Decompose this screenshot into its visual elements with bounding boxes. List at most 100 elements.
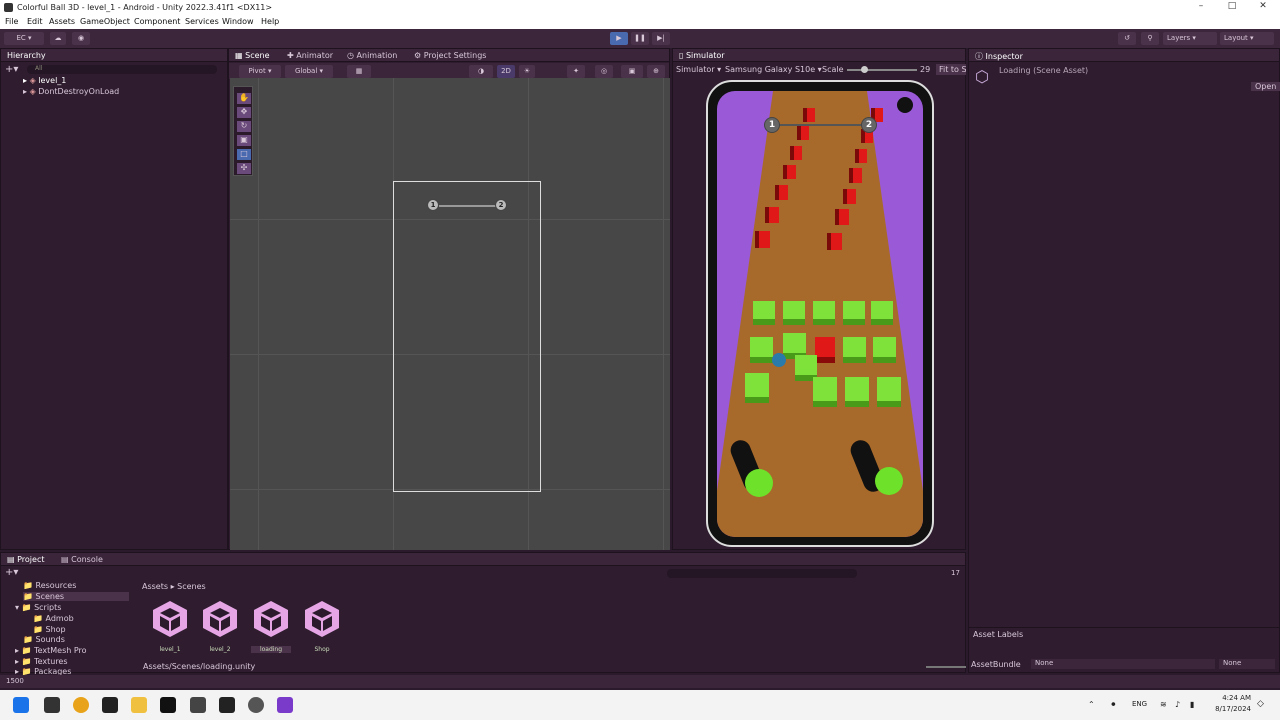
- menu-assets[interactable]: Assets: [49, 17, 75, 26]
- play-button[interactable]: ▶: [610, 32, 628, 45]
- clock-date[interactable]: 8/17/2024: [1208, 705, 1251, 713]
- scale-slider[interactable]: [847, 66, 917, 73]
- tab-inspector[interactable]: ⓘ Inspector: [975, 51, 1023, 62]
- chrome-icon[interactable]: [73, 697, 89, 713]
- tab-project-settings[interactable]: ⚙ Project Settings: [414, 51, 486, 60]
- scene-node-2[interactable]: 2: [495, 199, 507, 211]
- tree-textures[interactable]: ▸ 📁 Textures: [15, 657, 68, 666]
- asset-level2[interactable]: level_2: [200, 600, 240, 653]
- breadcrumb-scenes[interactable]: Scenes: [177, 582, 206, 591]
- asset-loading[interactable]: loading: [251, 600, 291, 653]
- tree-scripts[interactable]: ▾ 📁 Scripts: [15, 603, 61, 612]
- menu-edit[interactable]: Edit: [27, 17, 43, 26]
- hierarchy-item-dontdestroy[interactable]: ▸ ◈ DontDestroyOnLoad: [23, 87, 119, 96]
- unity-editor-icon[interactable]: [219, 697, 235, 713]
- game-screen[interactable]: 1 2: [717, 91, 923, 537]
- tree-textmeshpro[interactable]: ▸ 📁 TextMesh Pro: [15, 646, 87, 655]
- collab-icon[interactable]: ◉: [72, 32, 90, 45]
- asset-level1[interactable]: level_1: [150, 600, 190, 653]
- notion-icon[interactable]: [102, 697, 118, 713]
- language-indicator[interactable]: ENG: [1132, 700, 1147, 708]
- tree-scenes[interactable]: 📁 Scenes: [23, 592, 129, 601]
- hierarchy-item-level1[interactable]: ▸ ◈ level_1: [23, 76, 66, 85]
- asset-variant-dropdown[interactable]: None: [1219, 659, 1275, 669]
- battery-icon[interactable]: ▮: [1190, 700, 1194, 709]
- add-asset-icon[interactable]: +▾: [5, 567, 18, 578]
- wifi-icon[interactable]: ≋: [1160, 700, 1167, 709]
- breadcrumb-assets[interactable]: Assets: [142, 582, 168, 591]
- tab-label: Scene: [245, 51, 270, 60]
- menu-gameobject[interactable]: GameObject: [80, 17, 130, 26]
- visual-studio-icon[interactable]: [277, 697, 293, 713]
- layers-dropdown[interactable]: Layers ▾: [1163, 32, 1217, 45]
- simulator-mode-dropdown[interactable]: Simulator ▾: [676, 65, 721, 74]
- scene-node-1[interactable]: 1: [427, 199, 439, 211]
- cloud-icon[interactable]: ☁: [50, 32, 66, 45]
- global-dropdown[interactable]: Global ▾: [285, 65, 333, 78]
- menu-file[interactable]: File: [5, 17, 18, 26]
- tab-project[interactable]: ▤ Project: [7, 555, 44, 564]
- menu-services[interactable]: Services: [185, 17, 219, 26]
- clock-time[interactable]: 4:24 AM: [1213, 694, 1251, 702]
- terminal-icon[interactable]: [160, 697, 176, 713]
- rotate-tool-icon[interactable]: ↻: [237, 121, 251, 132]
- tab-simulator[interactable]: ▯ Simulator: [679, 51, 725, 60]
- asset-shop[interactable]: Shop: [302, 600, 342, 653]
- tab-animation[interactable]: ◷ Animation: [347, 51, 397, 60]
- tab-console[interactable]: ▤ Console: [61, 555, 103, 564]
- gizmos-icon[interactable]: ⊕: [647, 65, 665, 78]
- menu-component[interactable]: Component: [134, 17, 180, 26]
- rect-tool-icon[interactable]: □: [237, 149, 251, 160]
- step-button[interactable]: ▶|: [652, 32, 670, 45]
- tab-animator[interactable]: ✚ Animator: [287, 51, 333, 60]
- tray-chevron-icon[interactable]: ⌃: [1088, 700, 1095, 709]
- camera-icon[interactable]: ▣: [621, 65, 643, 78]
- project-search-input[interactable]: [667, 569, 857, 578]
- file-explorer-icon[interactable]: [131, 697, 147, 713]
- effects-icon[interactable]: ✦: [567, 65, 585, 78]
- git-icon[interactable]: [248, 697, 264, 713]
- tree-admob[interactable]: 📁 Admob: [33, 614, 74, 623]
- shading-mode-icon[interactable]: ◑: [469, 65, 493, 78]
- account-button[interactable]: EC ▾: [4, 32, 44, 45]
- task-view-icon[interactable]: [44, 697, 60, 713]
- tree-resources[interactable]: 📁 Resources: [23, 581, 76, 590]
- menu-window[interactable]: Window: [222, 17, 254, 26]
- scale-tool-icon[interactable]: ▣: [237, 135, 251, 146]
- transform-tool-icon[interactable]: ✣: [237, 163, 251, 174]
- asset-bundle-dropdown[interactable]: None: [1031, 659, 1215, 669]
- hand-tool-icon[interactable]: ✋: [237, 93, 251, 104]
- scale-slider-handle[interactable]: [861, 66, 868, 73]
- device-dropdown[interactable]: Samsung Galaxy S10e ▾: [725, 65, 822, 74]
- minimize-icon[interactable]: –: [1186, 1, 1216, 14]
- tree-sounds[interactable]: 📁 Sounds: [23, 635, 65, 644]
- toggle-2d-button[interactable]: 2D: [497, 65, 515, 78]
- visibility-icon[interactable]: ◎: [595, 65, 613, 78]
- green-cube: [783, 301, 805, 325]
- hierarchy-search-input[interactable]: All: [27, 65, 217, 74]
- unity-hub-icon[interactable]: [190, 697, 206, 713]
- volume-icon[interactable]: ♪: [1175, 700, 1180, 709]
- move-tool-icon[interactable]: ✥: [237, 107, 251, 118]
- maximize-icon[interactable]: □: [1217, 1, 1247, 14]
- pause-button[interactable]: ❚❚: [631, 32, 649, 45]
- start-icon[interactable]: [13, 697, 29, 713]
- history-icon[interactable]: ↺: [1118, 32, 1136, 45]
- icon-size-slider[interactable]: [926, 666, 966, 668]
- layout-dropdown[interactable]: Layout ▾: [1220, 32, 1274, 45]
- tree-shop[interactable]: 📁 Shop: [33, 625, 66, 634]
- microphone-icon[interactable]: ⚫: [1110, 700, 1117, 709]
- close-icon[interactable]: ✕: [1248, 1, 1278, 14]
- add-icon[interactable]: +▾: [5, 64, 18, 75]
- lighting-icon[interactable]: ☀: [519, 65, 535, 78]
- scene-viewport[interactable]: 1 2: [230, 78, 670, 550]
- fit-to-screen-button[interactable]: Fit to S: [936, 64, 966, 75]
- tab-scene[interactable]: ▦ Scene: [235, 51, 270, 60]
- grid-snap-icon[interactable]: ▦: [347, 65, 371, 78]
- tab-hierarchy[interactable]: Hierarchy: [7, 51, 46, 60]
- search-icon[interactable]: ⚲: [1141, 32, 1159, 45]
- pivot-dropdown[interactable]: Pivot ▾: [239, 65, 281, 78]
- menu-help[interactable]: Help: [261, 17, 279, 26]
- notification-icon[interactable]: ◇: [1257, 699, 1264, 709]
- open-button[interactable]: Open: [1251, 82, 1280, 91]
